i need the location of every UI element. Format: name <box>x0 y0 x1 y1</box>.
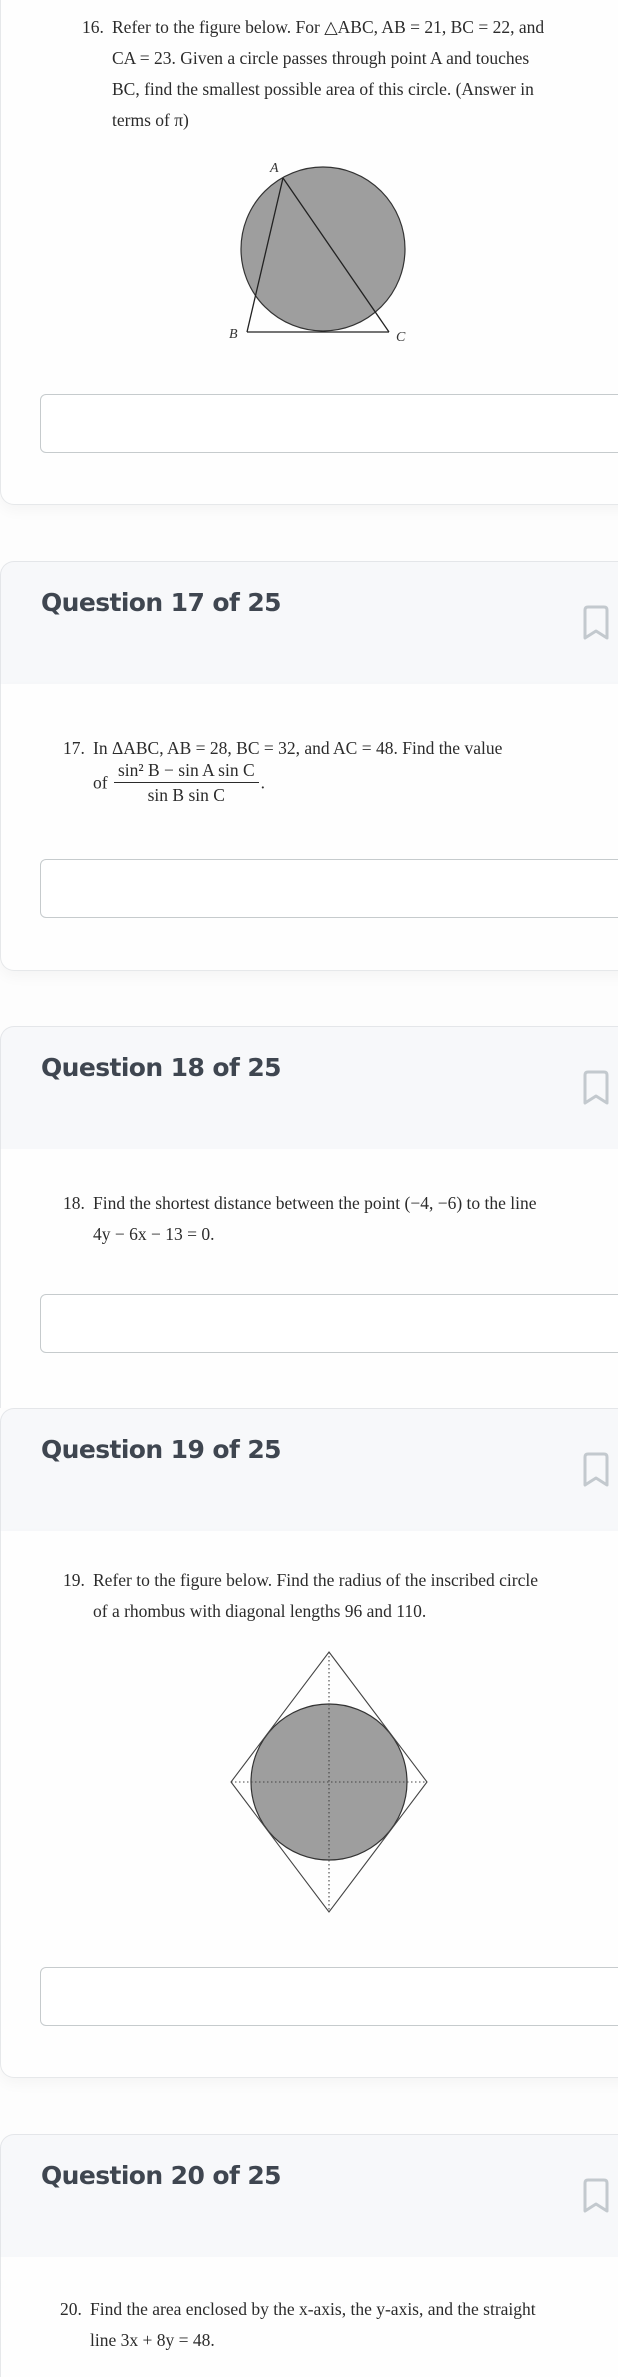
label-a: A <box>269 161 279 176</box>
question-17-header: Question 17 of 25 <box>0 561 618 684</box>
label-b: B <box>229 327 238 342</box>
question-line: CA = 23. Given a circle passes through p… <box>112 48 530 68</box>
question-20-header: Question 20 of 25 <box>0 2134 618 2257</box>
question-20-text: 20. Find the area enclosed by the x-axis… <box>60 2294 618 2364</box>
question-number: 19. <box>63 1570 85 1590</box>
question-18-text: 18. Find the shortest distance between t… <box>63 1188 618 1258</box>
answer-input-19[interactable] <box>40 1967 618 2026</box>
question-line: terms of π) <box>112 110 189 130</box>
fraction-denominator: sin B sin C <box>147 785 225 805</box>
question-18-header: Question 18 of 25 <box>0 1026 618 1149</box>
question-19-header: Question 19 of 25 <box>0 1408 618 1531</box>
bookmark-icon[interactable] <box>581 604 611 640</box>
question-line: Refer to the figure below. For △ABC, AB … <box>112 17 545 37</box>
rhombus-circle-figure <box>230 1651 428 1913</box>
question-line: 4y − 6x − 13 = 0. <box>93 1224 215 1244</box>
question-19-text: 19. Refer to the figure below. Find the … <box>63 1565 618 1635</box>
question-title: Question 19 of 25 <box>41 1435 282 1464</box>
tangent-circle <box>240 166 406 332</box>
triangle-circle-figure: A B C <box>229 161 406 345</box>
bookmark-icon[interactable] <box>581 1451 611 1487</box>
question-line: line 3x + 8y = 48. <box>90 2330 215 2350</box>
fraction-expression: sin² B − sin A sin C sin B sin C <box>113 759 259 806</box>
question-17-text: 17. In ΔABC, AB = 28, BC = 32, and AC = … <box>63 733 618 823</box>
question-16-text: 16. Refer to the figure below. For △ABC,… <box>82 12 618 142</box>
question-number: 18. <box>63 1193 85 1213</box>
question-line: Find the shortest distance between the p… <box>93 1193 537 1213</box>
question-line: BC, find the smallest possible area of t… <box>112 79 534 99</box>
question-number: 17. <box>63 738 85 758</box>
question-line: of sin² B − sin A sin C sin B sin C . <box>93 759 266 806</box>
bookmark-icon[interactable] <box>581 1069 611 1105</box>
answer-input-17[interactable] <box>40 859 618 918</box>
question-number: 20. <box>60 2299 82 2319</box>
fraction-numerator: sin² B − sin A sin C <box>113 759 259 783</box>
answer-input-18[interactable] <box>40 1294 618 1353</box>
bookmark-icon[interactable] <box>581 2177 611 2213</box>
question-title: Question 20 of 25 <box>41 2161 282 2190</box>
question-line: of a rhombus with diagonal lengths 96 an… <box>93 1601 427 1621</box>
question-title: Question 17 of 25 <box>41 588 282 617</box>
question-number: 16. <box>82 17 104 37</box>
question-title: Question 18 of 25 <box>41 1053 282 1082</box>
question-line: Refer to the figure below. Find the radi… <box>93 1570 538 1590</box>
of-label: of <box>93 772 108 793</box>
answer-input-16[interactable] <box>40 394 618 453</box>
label-c: C <box>396 330 406 345</box>
question-line: Find the area enclosed by the x-axis, th… <box>90 2299 536 2319</box>
question-17-card <box>0 684 618 971</box>
